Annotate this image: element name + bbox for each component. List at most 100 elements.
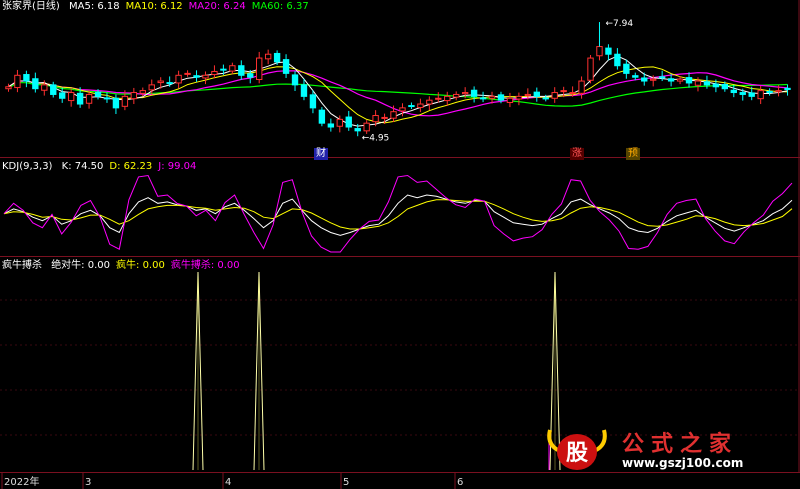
- candle-body-87: [784, 87, 791, 90]
- candle-body-3: [32, 78, 39, 90]
- candle-body-44: [399, 107, 406, 112]
- candle-body-49: [444, 95, 451, 102]
- signal-title[interactable]: 疯牛搏杀: [2, 260, 42, 271]
- candle-body-31: [282, 59, 290, 74]
- candle-body-74: [667, 78, 675, 82]
- candle-body-36: [327, 123, 335, 128]
- x-tick-label-1: 3: [85, 477, 91, 488]
- low-price-label: ←4.95: [362, 134, 390, 144]
- candle-body-27: [247, 73, 254, 78]
- candle-body-65: [587, 57, 594, 81]
- candle-body-13: [121, 95, 129, 107]
- candle-body-23: [211, 70, 218, 76]
- candle-body-7: [67, 92, 75, 102]
- candle-body-83: [748, 92, 755, 97]
- kdj-panel-header: KDJ(9,3,3) K: 74.50 D: 62.23 J: 99.04: [2, 160, 208, 174]
- candle-body-25: [229, 65, 236, 72]
- candle-body-77: [694, 80, 702, 86]
- kdj-legend-item-2: J: 99.04: [158, 161, 197, 172]
- candle-body-73: [658, 76, 666, 79]
- candle-body-33: [300, 84, 308, 97]
- ma-legend-item-0: MA5: 6.18: [69, 1, 120, 12]
- x-tick-label-0: 2022年: [4, 475, 39, 488]
- candle-body-69: [623, 63, 630, 74]
- candle-body-0: [5, 86, 12, 90]
- candle-body-48: [435, 97, 442, 100]
- candle-body-30: [273, 52, 281, 63]
- candle-body-47: [426, 99, 433, 105]
- candle-body-32: [291, 74, 299, 86]
- candle-body-66: [596, 46, 603, 57]
- ma-legend: MA5: 6.18 MA10: 6.12 MA20: 6.24 MA60: 6.37: [69, 1, 315, 12]
- x-tick-label-3: 5: [343, 477, 349, 488]
- candle-body-55: [497, 94, 505, 101]
- candle-body-61: [551, 92, 558, 99]
- candle-body-85: [766, 90, 773, 94]
- candle-body-57: [515, 95, 523, 100]
- candle-body-28: [256, 57, 263, 81]
- candle-body-34: [309, 94, 317, 109]
- candle-body-58: [524, 93, 532, 97]
- ma-legend-item-1: MA10: 6.12: [125, 1, 183, 12]
- candle-body-50: [453, 93, 460, 98]
- signal-legend: 绝对牛: 0.00 疯牛: 0.00 疯牛搏杀: 0.00: [51, 260, 245, 271]
- candle-body-59: [533, 91, 540, 97]
- candle-body-46: [417, 103, 424, 108]
- kdj-legend-item-1: D: 62.23: [109, 161, 153, 172]
- candle-body-78: [703, 81, 711, 86]
- candle-body-39: [354, 128, 361, 132]
- candle-body-10: [94, 91, 102, 97]
- kdj-legend: K: 74.50 D: 62.23 J: 99.04: [62, 161, 203, 172]
- candle-body-81: [730, 89, 737, 94]
- high-price-label: ←7.94: [605, 19, 633, 29]
- candle-body-60: [542, 97, 549, 100]
- signal-legend-item-2: 疯牛搏杀: 0.00: [170, 260, 240, 271]
- kdj-line-K: [3, 194, 793, 236]
- candle-body-42: [381, 116, 388, 119]
- candle-body-76: [685, 77, 693, 84]
- candle-body-9: [85, 93, 93, 104]
- stock-title[interactable]: 张家界(日线): [2, 1, 60, 12]
- candle-body-18: [166, 82, 173, 85]
- candle-body-75: [676, 78, 684, 82]
- candle-body-62: [560, 90, 567, 93]
- signal-panel-header: 疯牛搏杀 绝对牛: 0.00 疯牛: 0.00 疯牛搏杀: 0.00: [2, 259, 252, 273]
- candle-body-71: [641, 77, 648, 82]
- candle-body-8: [76, 92, 84, 105]
- kdj-legend-item-0: K: 74.50: [61, 161, 104, 172]
- candle-body-86: [775, 90, 782, 93]
- candle-body-45: [408, 105, 415, 108]
- candle-body-80: [721, 83, 729, 90]
- candle-body-24: [220, 68, 227, 71]
- candlestick-chart[interactable]: ←7.94 ←4.95 2022年 3 4 5 6: [0, 0, 800, 489]
- kdj-line-D: [3, 199, 793, 230]
- event-tag-limit-up[interactable]: 涨: [570, 148, 584, 160]
- candle-body-16: [148, 84, 155, 91]
- candle-body-64: [578, 80, 585, 94]
- candle-body-26: [238, 65, 245, 76]
- candle-body-15: [139, 90, 146, 94]
- event-tag-forecast[interactable]: 预: [626, 148, 640, 160]
- x-tick-label-2: 4: [225, 477, 231, 488]
- kdj-title[interactable]: KDJ(9,3,3): [2, 161, 52, 172]
- signal-legend-item-0: 绝对牛: 0.00: [51, 260, 111, 271]
- chart-stage: ←7.94 ←4.95 2022年 3 4 5 6 张家界(日线) MA5: 6.18 MA1…: [0, 0, 800, 489]
- candle-body-6: [59, 92, 66, 99]
- candle-body-43: [390, 111, 397, 119]
- main-panel-header: 张家界(日线) MA5: 6.18 MA10: 6.12 MA20: 6.24 MA6…: [2, 0, 321, 14]
- event-tag-financial[interactable]: 财: [314, 148, 328, 160]
- watermark: 股 公式之家 www.gszj100.com: [544, 426, 794, 472]
- candle-body-19: [175, 74, 182, 84]
- candle-body-63: [569, 92, 576, 95]
- candle-body-4: [41, 84, 48, 91]
- watermark-url: www.gszj100.com: [622, 456, 744, 470]
- candle-body-56: [506, 97, 514, 103]
- candle-body-2: [23, 74, 30, 82]
- candle-body-51: [461, 92, 469, 95]
- candle-body-54: [488, 95, 496, 99]
- candle-body-70: [632, 75, 639, 78]
- candle-body-29: [264, 53, 272, 60]
- candle-body-37: [336, 118, 343, 127]
- candle-body-67: [605, 47, 612, 55]
- candle-body-21: [193, 75, 200, 78]
